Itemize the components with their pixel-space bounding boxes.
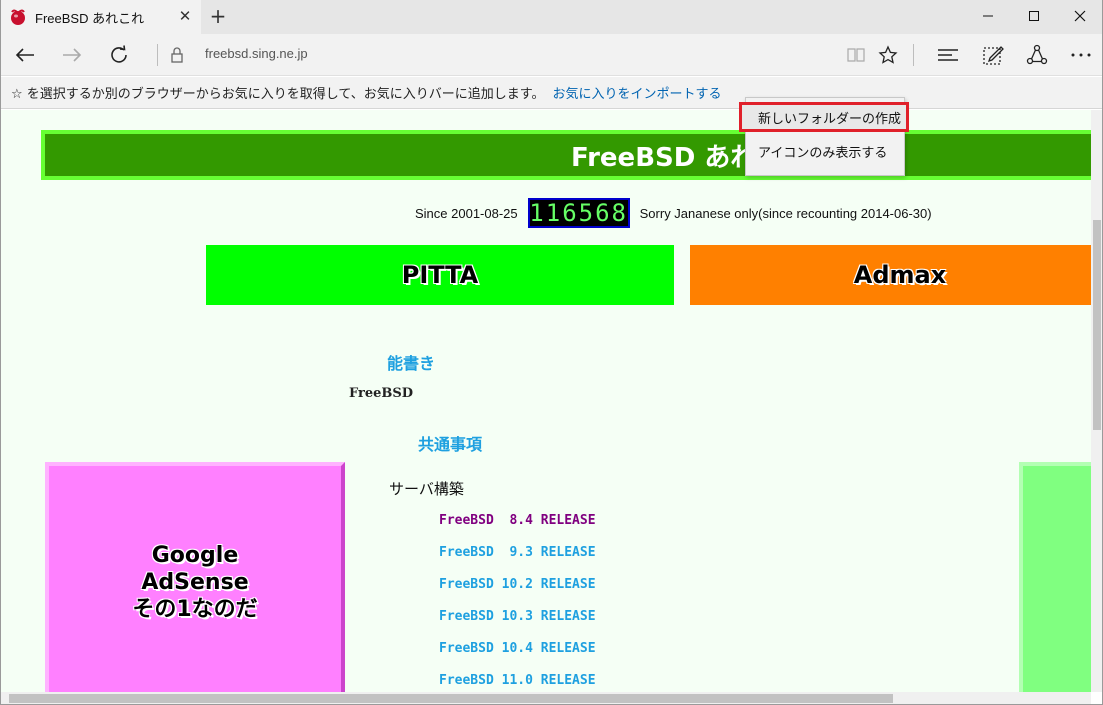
nav-bar: freebsd.sing.ne.jp xyxy=(1,34,1102,76)
tab-bar: FreeBSD あれこれ ✕ + xyxy=(1,0,1102,34)
nav-separator-2 xyxy=(913,44,914,66)
new-tab-button[interactable]: + xyxy=(206,6,230,28)
favorites-bar-prompt: ☆ を選択するか別のブラウザーからお気に入りを取得して、お気に入りバーに追加しま… xyxy=(11,87,545,102)
freebsd-logo-icon xyxy=(9,8,27,26)
release-link[interactable]: FreeBSD 10.4 RELEASE xyxy=(439,641,596,656)
favorites-bar: ☆ を選択するか別のブラウザーからお気に入りを取得して、お気に入りバーに追加しま… xyxy=(1,77,1102,109)
adsense-line: Google xyxy=(151,542,239,568)
adsense-line: AdSense xyxy=(141,569,249,595)
refresh-icon xyxy=(111,45,127,63)
favorite-star-button[interactable] xyxy=(874,42,902,68)
ad-pitta[interactable]: PITTA xyxy=(206,245,674,305)
heading-noh[interactable]: 能書き xyxy=(387,350,435,374)
web-note-icon xyxy=(983,46,1004,65)
hub-icon xyxy=(938,49,958,61)
server-build-title: サーバ構築 xyxy=(389,480,464,498)
forward-button[interactable] xyxy=(58,42,86,68)
horizontal-scrollbar[interactable] xyxy=(1,692,1091,704)
tab-title: FreeBSD あれこれ xyxy=(35,10,145,26)
back-arrow-icon xyxy=(15,48,34,62)
forward-arrow-icon xyxy=(63,48,82,62)
heading-common[interactable]: 共通事項 xyxy=(418,431,482,455)
menu-item-new-folder[interactable]: 新しいフォルダーの作成 xyxy=(739,102,909,132)
freebsd-text: FreeBSD xyxy=(349,386,414,401)
reading-view-button[interactable] xyxy=(842,42,870,68)
lock-icon xyxy=(163,42,191,68)
release-link[interactable]: FreeBSD 10.3 RELEASE xyxy=(439,609,596,624)
page-viewport: FreeBSD あれこ Since 2001-08-25 116568 Sorr… xyxy=(1,110,1091,692)
ad-admax-label: Admax xyxy=(853,261,947,289)
maximize-button[interactable] xyxy=(1011,0,1057,32)
favorites-context-menu: 新しいフォルダーの作成 アイコンのみ表示する xyxy=(739,97,909,176)
release-link[interactable]: FreeBSD 9.3 RELEASE xyxy=(439,545,596,560)
release-link[interactable]: FreeBSD 8.4 RELEASE xyxy=(439,513,596,528)
browser-window: FreeBSD あれこれ ✕ + freebsd.sing.ne.jp ☆ を選… xyxy=(0,0,1103,705)
nav-separator xyxy=(157,44,158,66)
refresh-button[interactable] xyxy=(105,42,133,68)
since-label: Since 2001-08-25 xyxy=(415,205,518,221)
vertical-scrollbar[interactable] xyxy=(1091,110,1102,692)
ad-pitta-label: PITTA xyxy=(401,261,479,289)
adsense-label: Google AdSense その1なのだ xyxy=(132,542,257,623)
share-icon xyxy=(1026,44,1048,65)
vertical-scroll-thumb[interactable] xyxy=(1093,220,1101,430)
ad-admax[interactable]: Admax xyxy=(690,245,1091,305)
release-link[interactable]: FreeBSD 10.2 RELEASE xyxy=(439,577,596,592)
close-button[interactable] xyxy=(1057,0,1102,32)
address-bar[interactable]: freebsd.sing.ne.jp xyxy=(205,46,308,61)
star-icon xyxy=(878,45,898,64)
book-icon xyxy=(847,48,865,62)
tab-close-icon[interactable]: ✕ xyxy=(177,8,193,24)
site-banner: FreeBSD あれこ xyxy=(41,130,1091,180)
horizontal-scroll-thumb[interactable] xyxy=(9,694,893,703)
right-ad-box[interactable] xyxy=(1019,462,1091,692)
more-button[interactable] xyxy=(1067,42,1095,68)
share-button[interactable] xyxy=(1023,42,1051,68)
access-counter: 116568 xyxy=(527,198,630,228)
adsense-box[interactable]: Google AdSense その1なのだ xyxy=(45,462,345,692)
web-note-button[interactable] xyxy=(979,42,1007,68)
sorry-label: Sorry Jananese only(since recounting 201… xyxy=(639,205,932,221)
minimize-button[interactable] xyxy=(965,0,1011,32)
release-link[interactable]: FreeBSD 11.0 RELEASE xyxy=(439,673,596,688)
import-favorites-link[interactable]: お気に入りをインポートする xyxy=(552,83,721,102)
since-row: Since 2001-08-25 116568 Sorry Jananese o… xyxy=(415,198,932,228)
hub-button[interactable] xyxy=(934,42,962,68)
tab-freebsd[interactable]: FreeBSD あれこれ ✕ xyxy=(1,0,201,34)
back-button[interactable] xyxy=(11,42,39,68)
more-dots-icon xyxy=(1071,53,1091,57)
menu-item-icons-only[interactable]: アイコンのみ表示する xyxy=(746,136,904,166)
adsense-line: その1なのだ xyxy=(132,596,258,622)
